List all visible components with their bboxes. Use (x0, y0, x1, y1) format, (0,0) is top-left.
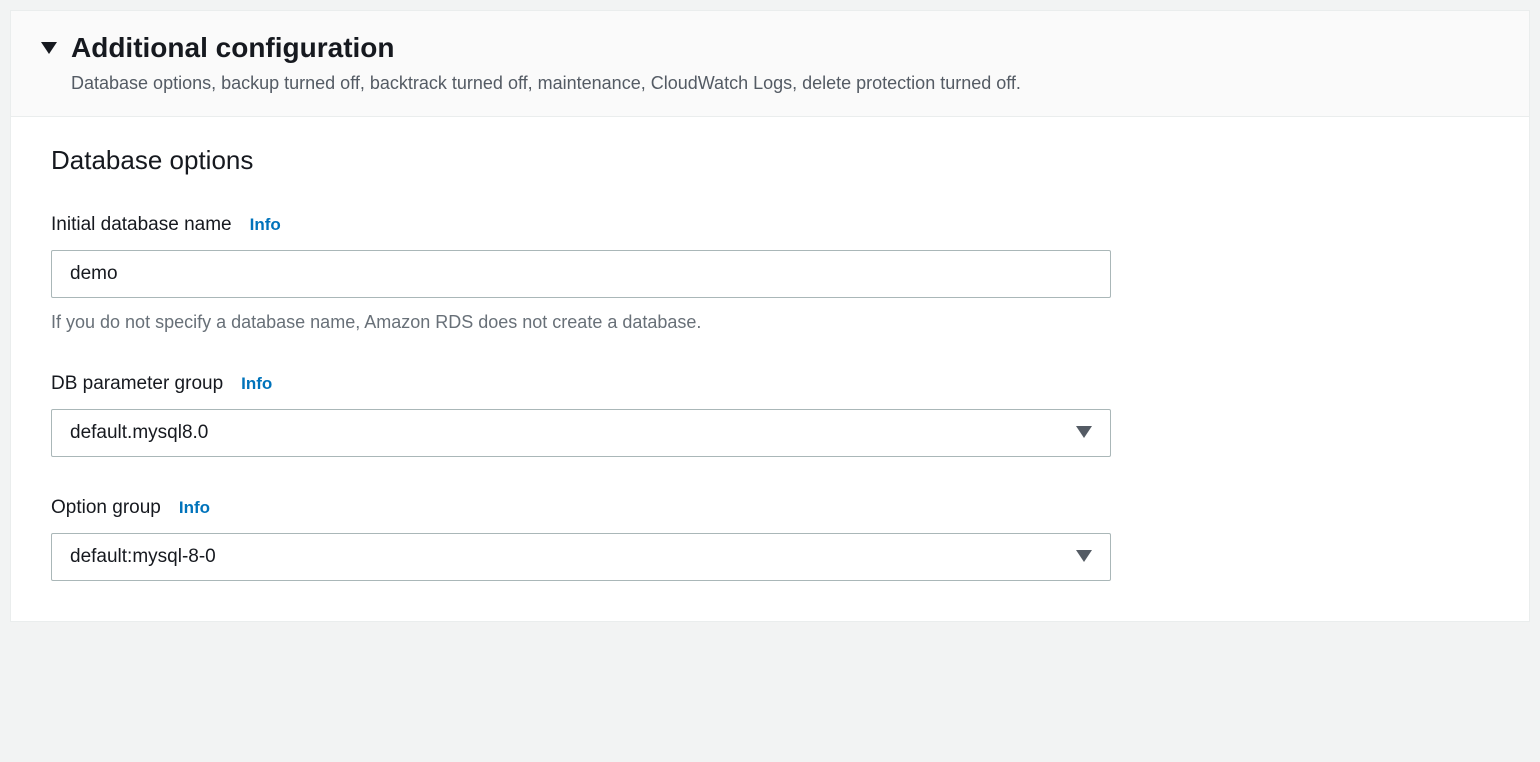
select-value: default.mysql8.0 (70, 422, 208, 444)
option-group-select[interactable]: default:mysql-8-0 (51, 533, 1111, 581)
initial-database-name-field: Initial database name Info If you do not… (51, 214, 1489, 333)
info-link[interactable]: Info (241, 374, 272, 394)
field-label: Initial database name (51, 214, 232, 236)
expander-subtitle: Database options, backup turned off, bac… (71, 71, 1021, 96)
caret-down-icon (1076, 546, 1092, 568)
db-parameter-group-field: DB parameter group Info default.mysql8.0 (51, 373, 1489, 457)
caret-down-icon (1076, 422, 1092, 444)
expander-header[interactable]: Additional configuration Database option… (11, 11, 1529, 117)
expander-title-block: Additional configuration Database option… (71, 31, 1021, 96)
section-title: Database options (51, 145, 1489, 176)
additional-configuration-panel: Additional configuration Database option… (10, 10, 1530, 622)
caret-down-icon (41, 41, 57, 57)
field-label: Option group (51, 497, 161, 519)
database-options-section: Database options Initial database name I… (11, 117, 1529, 621)
select-value: default:mysql-8-0 (70, 546, 216, 568)
info-link[interactable]: Info (179, 498, 210, 518)
info-link[interactable]: Info (250, 215, 281, 235)
helper-text: If you do not specify a database name, A… (51, 312, 1489, 333)
field-label: DB parameter group (51, 373, 223, 395)
initial-database-name-input[interactable] (51, 250, 1111, 298)
option-group-field: Option group Info default:mysql-8-0 (51, 497, 1489, 581)
expander-title: Additional configuration (71, 31, 1021, 65)
db-parameter-group-select[interactable]: default.mysql8.0 (51, 409, 1111, 457)
